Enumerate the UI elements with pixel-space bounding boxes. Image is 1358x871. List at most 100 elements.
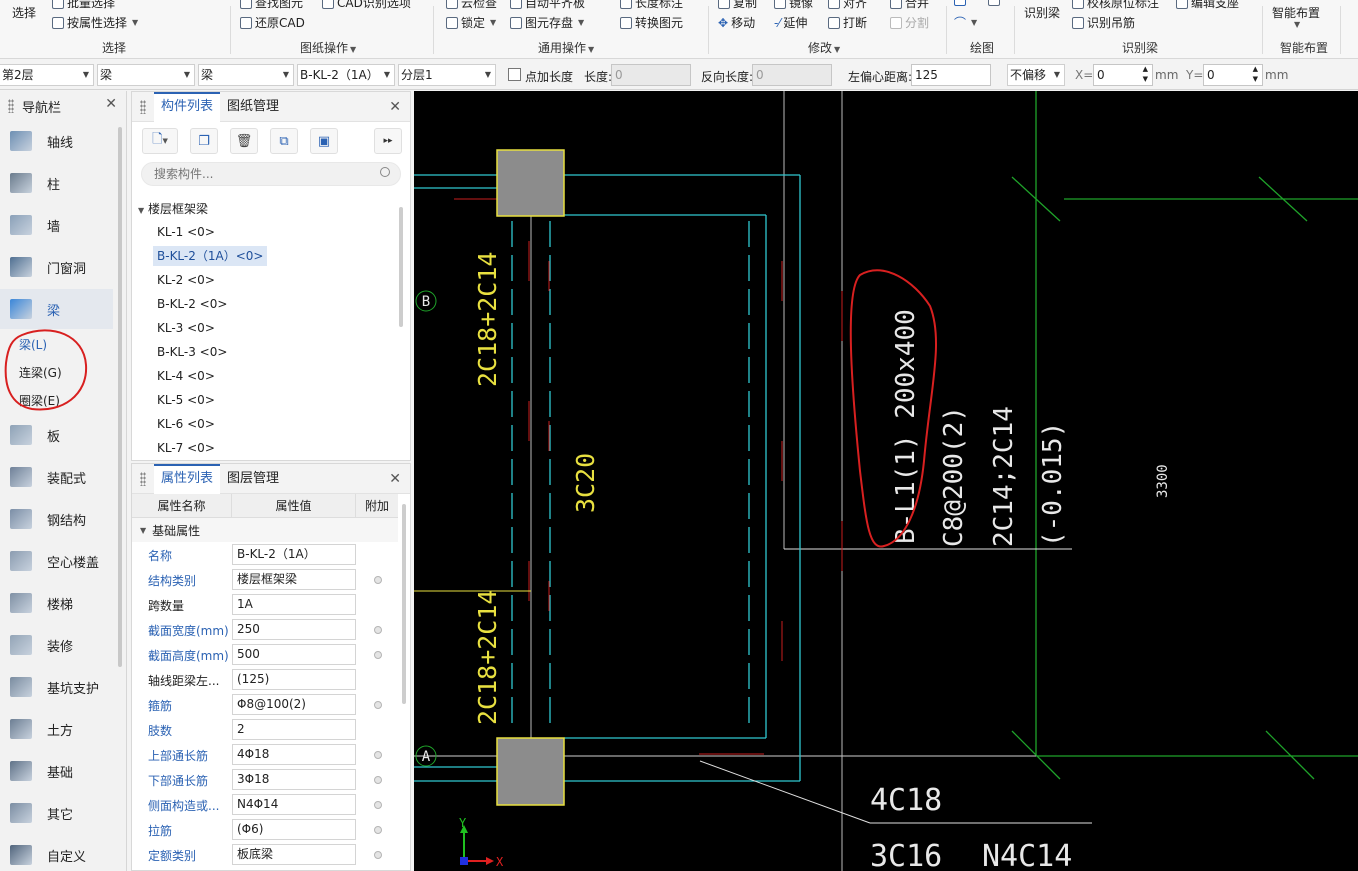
- drag-handle-icon[interactable]: [140, 471, 146, 486]
- property-value-input[interactable]: 250: [232, 619, 356, 640]
- split-button[interactable]: 分割: [890, 14, 929, 31]
- length-input[interactable]: 0: [611, 64, 691, 86]
- close-icon[interactable]: ✕: [389, 99, 401, 115]
- arc-draw-button[interactable]: ⌒ ▼: [954, 14, 977, 31]
- nav-scrollbar[interactable]: [118, 127, 122, 667]
- component-search-input[interactable]: [142, 163, 372, 185]
- tree-item[interactable]: B-KL-2 <0>: [153, 294, 231, 314]
- extra-checkbox[interactable]: [374, 626, 382, 634]
- recognize-beam-button[interactable]: 识别梁: [1024, 4, 1060, 21]
- y-input[interactable]: 0 ▲ ▼: [1203, 64, 1263, 86]
- length-mark-button[interactable]: 长度标注: [620, 0, 683, 11]
- extra-checkbox[interactable]: [374, 851, 382, 859]
- attr-select-button[interactable]: 按属性选择 ▼: [52, 14, 138, 31]
- extra-checkbox[interactable]: [374, 751, 382, 759]
- property-value-input[interactable]: 4Φ18: [232, 744, 356, 765]
- type-select[interactable]: 梁 ▼: [198, 64, 294, 86]
- tab-property-list[interactable]: 属性列表: [154, 463, 221, 494]
- more-button[interactable]: ▸▸: [374, 128, 402, 154]
- layer-select[interactable]: 分层1 ▼: [398, 64, 496, 86]
- property-value-input[interactable]: 2: [232, 719, 356, 740]
- drag-handle-icon[interactable]: [140, 99, 146, 114]
- spinner-icon[interactable]: ▲ ▼: [1253, 64, 1258, 84]
- close-icon[interactable]: ✕: [389, 471, 401, 487]
- nav-item-5[interactable]: 板: [0, 415, 113, 455]
- nav-item-15[interactable]: 自定义: [0, 835, 113, 871]
- edit-support-button[interactable]: 编辑支座: [1176, 0, 1239, 11]
- extra-checkbox[interactable]: [374, 576, 382, 584]
- restore-cad-button[interactable]: 还原CAD: [240, 14, 305, 31]
- tab-component-list[interactable]: 构件列表: [154, 91, 221, 122]
- align-button[interactable]: 对齐: [828, 0, 867, 11]
- property-value-input[interactable]: (125): [232, 669, 356, 690]
- rect-draw-button[interactable]: [988, 0, 1000, 6]
- tree-item[interactable]: B-KL-3 <0>: [153, 342, 231, 362]
- add-length-checkbox[interactable]: [508, 68, 521, 81]
- tree-item[interactable]: KL-6 <0>: [153, 414, 219, 434]
- drag-handle-icon[interactable]: [8, 99, 14, 113]
- tree-item[interactable]: KL-2 <0>: [153, 270, 219, 290]
- property-value-input[interactable]: N4Φ14: [232, 794, 356, 815]
- search-icon[interactable]: [380, 167, 390, 177]
- property-value-input[interactable]: 楼层框架梁: [232, 569, 356, 590]
- nav-item-2[interactable]: 墙: [0, 205, 113, 245]
- component-select[interactable]: B-KL-2（1A） ▼: [297, 64, 395, 86]
- x-input[interactable]: 0 ▲ ▼: [1093, 64, 1153, 86]
- chevron-down-icon[interactable]: ▼: [140, 526, 146, 535]
- floor-select[interactable]: 第2层 ▼: [0, 64, 94, 86]
- nav-item-3[interactable]: 门窗洞: [0, 247, 113, 287]
- recognize-hanger-button[interactable]: 识别吊筋: [1072, 14, 1135, 31]
- extra-checkbox[interactable]: [374, 801, 382, 809]
- extra-checkbox[interactable]: [374, 701, 382, 709]
- copy-button[interactable]: 复制: [718, 0, 757, 11]
- select-button[interactable]: 选择: [12, 4, 36, 21]
- save-component-button[interactable]: ▣: [310, 128, 338, 154]
- property-scrollbar[interactable]: [402, 504, 406, 704]
- nav-item-14[interactable]: 其它: [0, 793, 113, 833]
- merge-button[interactable]: 合并: [890, 0, 929, 11]
- tree-item[interactable]: KL-1 <0>: [153, 222, 219, 242]
- auto-flat-button[interactable]: 自动平齐板: [510, 0, 585, 11]
- new-component-button[interactable]: 🗋 ▼: [142, 128, 178, 154]
- break-button[interactable]: 打断: [828, 14, 867, 31]
- extend-button[interactable]: -⁄ 延伸: [774, 14, 807, 31]
- tree-root[interactable]: ▼ 楼层框架梁: [138, 200, 208, 217]
- extra-checkbox[interactable]: [374, 651, 382, 659]
- nav-item-13[interactable]: 基础: [0, 751, 113, 791]
- chevron-down-icon[interactable]: ▼: [138, 206, 144, 215]
- category-select[interactable]: 梁 ▼: [97, 64, 195, 86]
- nav-item-7[interactable]: 钢结构: [0, 499, 113, 539]
- smart-layout-button[interactable]: 智能布置: [1272, 4, 1320, 21]
- cloud-check-button[interactable]: 云检查: [446, 0, 497, 11]
- tree-item[interactable]: KL-4 <0>: [153, 366, 219, 386]
- find-graphic-button[interactable]: 查找图元: [240, 0, 303, 11]
- tree-item[interactable]: KL-3 <0>: [153, 318, 219, 338]
- property-value-input[interactable]: (Φ6): [232, 819, 356, 840]
- line-draw-button[interactable]: [954, 0, 966, 6]
- nav-item-10[interactable]: 装修: [0, 625, 113, 665]
- left-offset-input[interactable]: 125: [911, 64, 991, 86]
- nav-item-0[interactable]: 轴线: [0, 121, 113, 161]
- copy-component-button[interactable]: ❐: [190, 128, 218, 154]
- extra-checkbox[interactable]: [374, 826, 382, 834]
- save-element-button[interactable]: 图元存盘 ▼: [510, 14, 584, 31]
- column-top[interactable]: [496, 149, 565, 217]
- tree-item[interactable]: KL-7 <0>: [153, 438, 219, 458]
- tree-item[interactable]: B-KL-2（1A）<0>: [153, 246, 268, 266]
- drawing-canvas[interactable]: B A 2C18+2C14 2C18+2C14 3C20 B-L1(1) 200…: [414, 91, 1358, 871]
- convert-element-button[interactable]: 转换图元: [620, 14, 683, 31]
- delete-component-button[interactable]: 🗑: [230, 128, 258, 154]
- reverse-length-input[interactable]: 0: [752, 64, 832, 86]
- column-bottom[interactable]: [496, 737, 565, 806]
- move-button[interactable]: ✥ 移动: [718, 14, 755, 31]
- nav-item-8[interactable]: 空心楼盖: [0, 541, 113, 581]
- spinner-icon[interactable]: ▲ ▼: [1143, 64, 1148, 84]
- nav-item-9[interactable]: 楼梯: [0, 583, 113, 623]
- tab-layer-management[interactable]: 图层管理: [220, 464, 286, 494]
- tab-drawing-management[interactable]: 图纸管理: [220, 92, 286, 122]
- property-value-input[interactable]: 500: [232, 644, 356, 665]
- nav-item-11[interactable]: 基坑支护: [0, 667, 113, 707]
- close-icon[interactable]: ✕: [105, 96, 117, 112]
- tree-item[interactable]: KL-5 <0>: [153, 390, 219, 410]
- property-group[interactable]: ▼ 基础属性: [132, 518, 398, 542]
